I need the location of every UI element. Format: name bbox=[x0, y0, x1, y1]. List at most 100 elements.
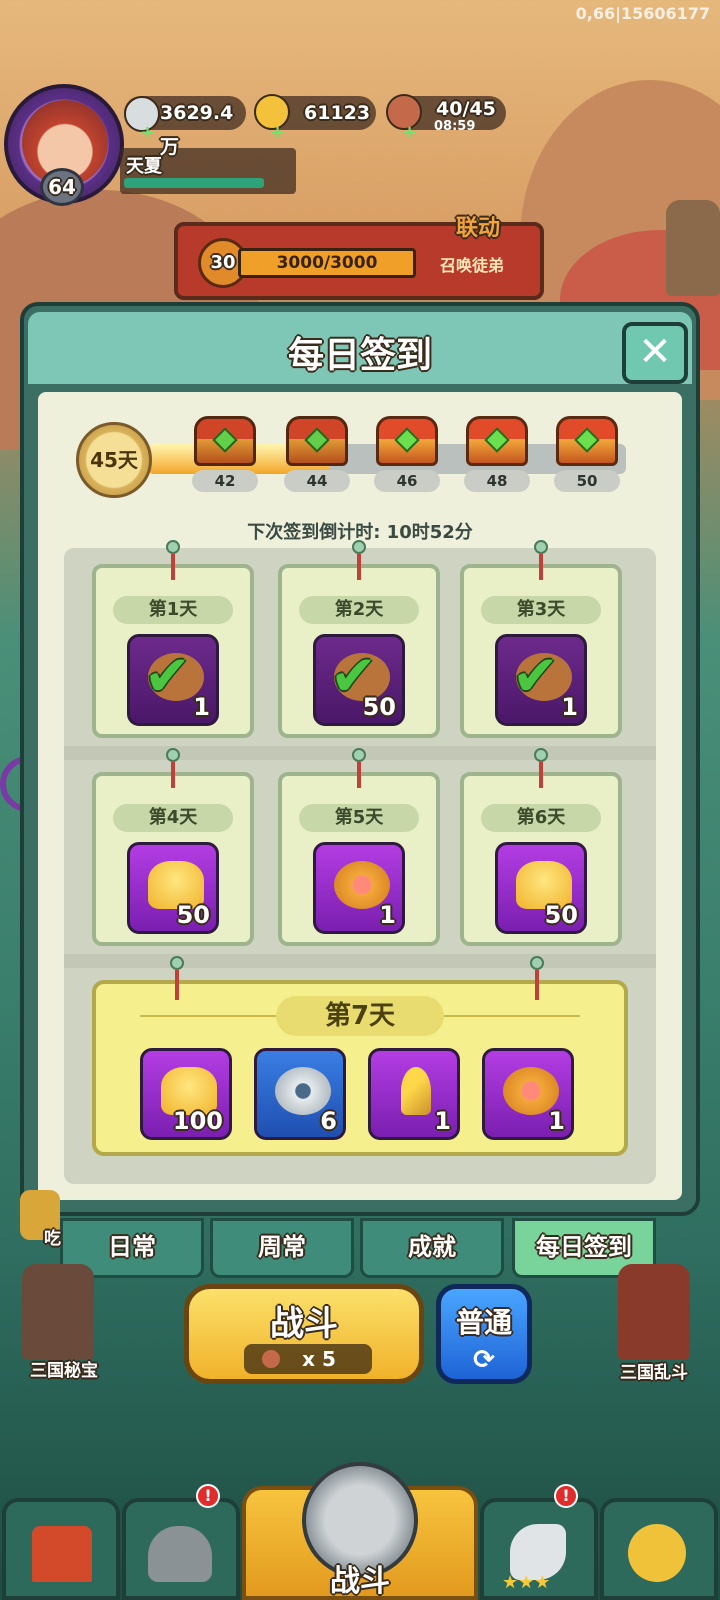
player-name: 天夏 bbox=[126, 156, 162, 177]
chest-day-label: 42 bbox=[192, 470, 258, 492]
debug-info: 0,66|15606177 bbox=[575, 4, 710, 23]
nav-growth[interactable] bbox=[600, 1498, 718, 1600]
plus-icon[interactable]: + bbox=[402, 122, 417, 143]
event-label: 召唤徒弟 bbox=[440, 256, 505, 275]
chest-day-label: 44 bbox=[284, 470, 350, 492]
check-icon: ✔ bbox=[144, 644, 191, 709]
treasure-chest-icon[interactable] bbox=[376, 416, 438, 466]
reward-slot[interactable]: 50 bbox=[127, 842, 219, 934]
resource-gold-value: 61123 bbox=[304, 102, 371, 124]
treasure-chest-icon[interactable] bbox=[556, 416, 618, 466]
reward-slot[interactable]: 1 bbox=[313, 842, 405, 934]
pin-icon bbox=[352, 540, 366, 554]
chest-day-label: 50 bbox=[554, 470, 620, 492]
pin-icon bbox=[170, 956, 184, 970]
day7-reward-slot[interactable]: 100 bbox=[140, 1048, 232, 1140]
side-character-right[interactable] bbox=[666, 200, 720, 296]
nav-battle-label: 战斗 bbox=[330, 1564, 390, 1599]
side-label-right[interactable]: 三国乱斗 bbox=[620, 1358, 688, 1383]
reward-qty: 1 bbox=[548, 1107, 565, 1135]
pin-string bbox=[535, 970, 539, 1000]
reward-slot[interactable]: ✔ 1 bbox=[127, 634, 219, 726]
day-label: 第3天 bbox=[481, 596, 601, 624]
day7-divider bbox=[444, 1015, 580, 1017]
reward-slot[interactable]: ✔ 50 bbox=[313, 634, 405, 726]
side-label-top-left: 吃 bbox=[44, 1229, 61, 1249]
tab-weekly[interactable]: 周常 bbox=[210, 1218, 354, 1278]
day7-divider bbox=[140, 1015, 276, 1017]
tab-label: 成就 bbox=[408, 1233, 456, 1261]
day7-label: 第7天 bbox=[276, 996, 444, 1036]
nav-city[interactable] bbox=[2, 1498, 120, 1600]
treasure-chest-icon[interactable] bbox=[194, 416, 256, 466]
pin-string bbox=[171, 554, 175, 580]
star-icon: ★★★ bbox=[502, 1572, 551, 1593]
pin-string bbox=[171, 762, 175, 788]
mode-button[interactable]: 普通 ⟳ bbox=[436, 1284, 532, 1384]
day-label: 第5天 bbox=[299, 804, 419, 832]
pin-icon bbox=[530, 956, 544, 970]
player-level-badge: 64 bbox=[40, 168, 84, 206]
gem-icon bbox=[484, 427, 510, 453]
grid-divider bbox=[64, 954, 656, 968]
gem-icon bbox=[212, 427, 238, 453]
gem-icon bbox=[304, 427, 330, 453]
pin-string bbox=[175, 970, 179, 1000]
notification-badge: ! bbox=[196, 1484, 220, 1508]
reward-qty: 50 bbox=[544, 901, 578, 929]
player-exp-bar bbox=[124, 178, 264, 188]
reward-qty: 1 bbox=[193, 693, 210, 721]
streak-days-badge: 45天 bbox=[76, 422, 152, 498]
tab-label: 日常 bbox=[108, 1233, 156, 1261]
resource-silver-value: 3629.4万 bbox=[160, 102, 234, 158]
reward-slot[interactable]: 50 bbox=[495, 842, 587, 934]
treasure-chest-icon[interactable] bbox=[286, 416, 348, 466]
event-tag: 联动 bbox=[456, 216, 501, 241]
pin-icon bbox=[166, 748, 180, 762]
day7-reward-slot[interactable]: 6 bbox=[254, 1048, 346, 1140]
day-label: 第1天 bbox=[113, 596, 233, 624]
close-button[interactable]: ✕ bbox=[622, 322, 688, 384]
pin-icon bbox=[534, 540, 548, 554]
growth-fist-icon bbox=[628, 1524, 686, 1582]
mode-label: 普通 bbox=[455, 1306, 512, 1339]
side-character-right-bottom[interactable] bbox=[618, 1264, 690, 1360]
resource-meat-timer: 08:59 bbox=[434, 119, 476, 134]
day-label: 第6天 bbox=[481, 804, 601, 832]
helmet-icon bbox=[148, 1526, 212, 1582]
plus-icon[interactable]: + bbox=[140, 122, 155, 143]
gem-icon bbox=[574, 427, 600, 453]
reward-qty: 50 bbox=[176, 901, 210, 929]
close-icon: ✕ bbox=[638, 329, 672, 375]
plus-icon[interactable]: + bbox=[270, 122, 285, 143]
chest-day-label: 46 bbox=[374, 470, 440, 492]
key-icon bbox=[401, 1067, 431, 1115]
refresh-icon: ⟳ bbox=[473, 1345, 495, 1375]
treasure-chest-icon[interactable] bbox=[466, 416, 528, 466]
check-icon: ✔ bbox=[512, 644, 559, 709]
pin-icon bbox=[166, 540, 180, 554]
reward-slot[interactable]: ✔ 1 bbox=[495, 634, 587, 726]
reward-qty: 50 bbox=[362, 693, 396, 721]
reward-qty: 100 bbox=[172, 1107, 223, 1135]
tab-label: 周常 bbox=[258, 1233, 306, 1261]
tab-achievement[interactable]: 成就 bbox=[360, 1218, 504, 1278]
side-label-left[interactable]: 三国秘宝 bbox=[30, 1356, 98, 1381]
reward-qty: 1 bbox=[561, 693, 578, 721]
pin-string bbox=[539, 554, 543, 580]
pin-string bbox=[357, 762, 361, 788]
day7-reward-slot[interactable]: 1 bbox=[482, 1048, 574, 1140]
reward-qty: 6 bbox=[320, 1107, 337, 1135]
day7-reward-slot[interactable]: 1 bbox=[368, 1048, 460, 1140]
side-character-left[interactable] bbox=[22, 1264, 94, 1360]
tab-label: 每日签到 bbox=[536, 1233, 632, 1261]
day-label: 第2天 bbox=[299, 596, 419, 624]
gate-icon bbox=[32, 1526, 92, 1582]
reward-qty: 1 bbox=[434, 1107, 451, 1135]
modal-title: 每日签到 bbox=[287, 335, 432, 376]
pin-icon bbox=[534, 748, 548, 762]
chest-day-label: 48 bbox=[464, 470, 530, 492]
nav-equipment[interactable] bbox=[122, 1498, 240, 1600]
nav-heroes[interactable]: ★★★ bbox=[480, 1498, 598, 1600]
battle-cost-value: x 5 bbox=[302, 1347, 336, 1371]
